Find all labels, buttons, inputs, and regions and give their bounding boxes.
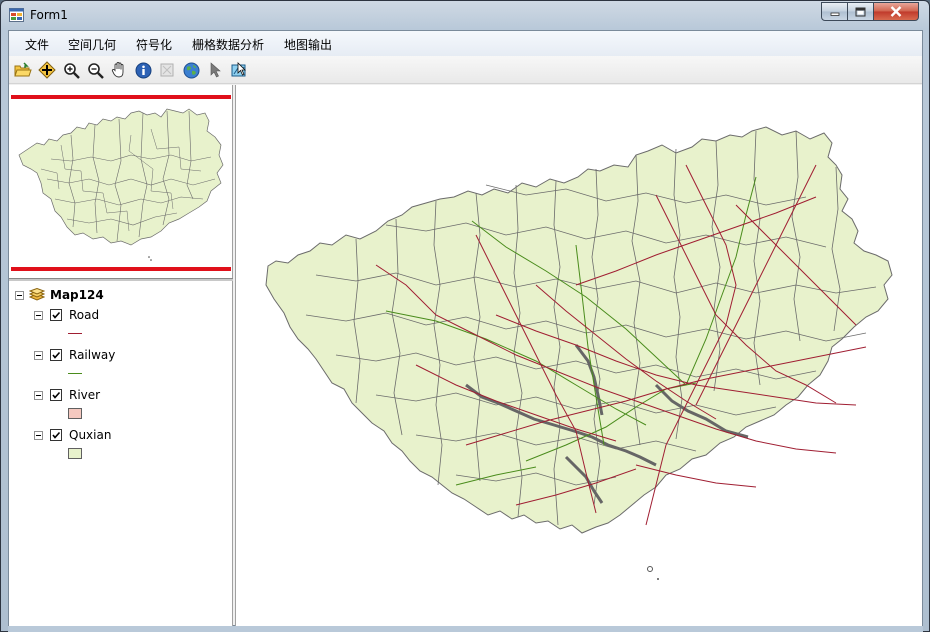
layer-road-checkbox[interactable]	[50, 309, 62, 321]
layer-quxian-label[interactable]: Quxian	[69, 428, 111, 442]
quxian-county-layer	[265, 126, 893, 534]
checkmark-icon	[52, 351, 61, 359]
island-point	[657, 578, 659, 580]
left-panel: Map124 Road Railway River Quxian	[9, 85, 233, 626]
river-fill-symbol	[68, 408, 82, 419]
minimize-icon	[830, 12, 839, 16]
add-data-icon	[38, 61, 56, 79]
application-window: Form1 文件 空间几何 符号化 栅格数据分析 地图输出 Map124 Roa…	[0, 0, 930, 632]
menu-file[interactable]: 文件	[25, 36, 49, 53]
layer-river-label[interactable]: River	[69, 388, 100, 402]
close-icon	[890, 6, 902, 17]
zoom-out-button[interactable]	[85, 60, 105, 80]
layer-road-label[interactable]: Road	[69, 308, 99, 322]
menu-raster-analysis[interactable]: 栅格数据分析	[192, 36, 264, 53]
maximize-icon	[855, 7, 866, 16]
close-button[interactable]	[873, 2, 919, 21]
layer-river-checkbox[interactable]	[50, 389, 62, 401]
add-data-button[interactable]	[37, 60, 57, 80]
checkmark-icon	[52, 311, 61, 319]
select-element-button[interactable]	[205, 60, 225, 80]
checkmark-icon	[52, 391, 61, 399]
title-bar[interactable]: Form1	[1, 1, 929, 30]
map-view[interactable]	[235, 85, 922, 626]
zoom-in-icon	[63, 62, 80, 79]
layer-quxian-checkbox[interactable]	[50, 429, 62, 441]
menu-map-output[interactable]: 地图输出	[284, 36, 332, 53]
checkmark-icon	[52, 431, 61, 439]
form-client-area: 文件 空间几何 符号化 栅格数据分析 地图输出 Map124 Road Rail…	[8, 30, 923, 626]
open-folder-icon	[14, 62, 32, 77]
layer-road-collapse-toggle[interactable]	[34, 311, 43, 320]
map-canvas	[265, 126, 893, 580]
select-features-icon	[231, 61, 246, 76]
menu-bar: 文件 空间几何 符号化 栅格数据分析 地图输出	[9, 31, 922, 56]
identify-icon	[135, 62, 151, 78]
maximize-button[interactable]	[847, 2, 874, 21]
island-feature	[647, 566, 653, 572]
select-arrow-icon	[210, 62, 221, 78]
window-bottom-border	[8, 626, 923, 632]
map-collapse-toggle[interactable]	[15, 291, 24, 300]
minimize-button[interactable]	[821, 2, 848, 21]
layer-railway-checkbox[interactable]	[50, 349, 62, 361]
quxian-fill-symbol	[68, 448, 82, 459]
map-toolbar	[9, 56, 922, 84]
map-name-label[interactable]: Map124	[50, 288, 104, 302]
layer-river-collapse-toggle[interactable]	[34, 391, 43, 400]
road-line-symbol	[68, 333, 82, 334]
disabled-tool-button[interactable]	[157, 60, 177, 80]
overview-map-canvas	[18, 108, 224, 261]
zoom-out-icon	[87, 62, 104, 79]
select-features-button[interactable]	[229, 60, 249, 80]
panel-splitter[interactable]	[9, 278, 233, 281]
app-icon	[9, 8, 24, 22]
window-title: Form1	[30, 8, 68, 22]
layer-railway-collapse-toggle[interactable]	[34, 351, 43, 360]
pan-hand-icon	[111, 62, 123, 78]
menu-spatial-geometry[interactable]: 空间几何	[68, 36, 116, 53]
table-of-contents: Map124 Road Railway River Quxian	[9, 282, 232, 626]
open-document-button[interactable]	[13, 60, 33, 80]
full-extent-button[interactable]	[181, 60, 201, 80]
menu-symbolization[interactable]: 符号化	[136, 36, 172, 53]
identify-button[interactable]	[133, 60, 153, 80]
overview-county-layer	[18, 108, 224, 261]
map-layers-icon	[29, 288, 45, 301]
pan-button[interactable]	[109, 60, 129, 80]
railway-line-symbol	[68, 373, 82, 374]
layer-railway-label[interactable]: Railway	[69, 348, 115, 362]
full-extent-globe-icon	[183, 62, 199, 78]
disabled-tool-icon	[160, 63, 174, 77]
layer-quxian-collapse-toggle[interactable]	[34, 431, 43, 440]
zoom-in-button[interactable]	[61, 60, 81, 80]
overview-map[interactable]	[11, 95, 231, 271]
